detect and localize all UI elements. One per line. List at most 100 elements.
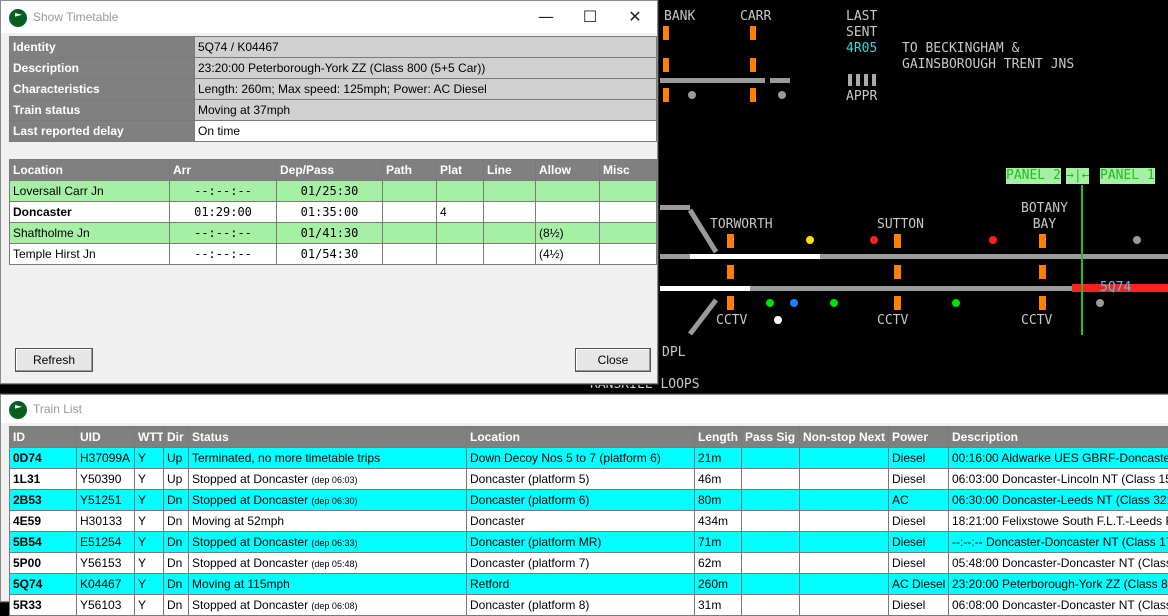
sutton-label: SUTTON xyxy=(877,217,924,233)
train-cell-nonstop xyxy=(800,595,889,616)
minimize-icon[interactable]: — xyxy=(531,7,561,27)
column-header[interactable]: Status xyxy=(189,427,467,448)
timetable-cell-path xyxy=(383,223,437,244)
column-header[interactable]: Non-stop Next xyxy=(800,427,889,448)
info-label: Train status xyxy=(10,100,195,121)
timetable-cell-line xyxy=(484,244,536,265)
train-cell-wtt: Y xyxy=(135,532,164,553)
cctv-label-3: CCTV xyxy=(1021,313,1052,329)
upper-signals xyxy=(663,26,756,102)
train-cell-id: 5P00 xyxy=(10,553,77,574)
timetable-cell-arr: --:--:-- xyxy=(170,181,277,202)
train-cell-desc: 23:20:00 Peterborough-York ZZ (Class 800… xyxy=(949,574,1168,595)
column-header[interactable]: Dep/Pass xyxy=(277,160,383,181)
train-cell-power: Diesel xyxy=(889,553,949,574)
train-row[interactable]: 2B53Y51251YDnStopped at Doncaster (dep 0… xyxy=(10,490,1168,511)
train-cell-nonstop xyxy=(800,532,889,553)
train-row[interactable]: 5P00Y56153YDnStopped at Doncaster (dep 0… xyxy=(10,553,1168,574)
column-header[interactable]: UID xyxy=(77,427,135,448)
info-row: Last reported delayOn time xyxy=(10,121,657,142)
train-row[interactable]: 5B54E51254YDnStopped at Doncaster (dep 0… xyxy=(10,532,1168,553)
timetable-row[interactable]: Doncaster01:29:0001:35:004 xyxy=(10,202,657,223)
torworth-label: TORWORTH xyxy=(710,217,773,233)
train-cell-length: 21m xyxy=(695,448,742,469)
timetable-titlebar[interactable]: Show Timetable — ☐ ✕ xyxy=(1,1,657,33)
column-header[interactable]: ID xyxy=(10,427,77,448)
column-header[interactable]: Arr xyxy=(170,160,277,181)
train-cell-power: Diesel xyxy=(889,469,949,490)
info-value: Moving at 37mph xyxy=(195,100,657,121)
train-cell-desc: 06:08:00 Doncaster-Doncaster NT (Class 1… xyxy=(949,595,1168,616)
column-header[interactable]: WTT xyxy=(135,427,164,448)
train-cell-nonstop xyxy=(800,490,889,511)
train-row[interactable]: 4E59H30133YDnMoving at 52mphDoncaster434… xyxy=(10,511,1168,532)
column-header[interactable]: Line xyxy=(484,160,536,181)
train-list-titlebar[interactable]: Train List xyxy=(1,395,1168,423)
close-icon[interactable]: ✕ xyxy=(620,7,650,27)
column-header[interactable]: Location xyxy=(467,427,695,448)
column-header[interactable]: Location xyxy=(10,160,170,181)
timetable-cell-arr: --:--:-- xyxy=(170,223,277,244)
train-cell-id: 4E59 xyxy=(10,511,77,532)
status-text: Stopped at Doncaster xyxy=(192,598,308,612)
train-cell-desc: 00:16:00 Aldwarke UES GBRF-Doncaster Dow… xyxy=(949,448,1168,469)
train-cell-dir: Dn xyxy=(164,490,189,511)
train-cell-length: 80m xyxy=(695,490,742,511)
panel-arrows: →|← xyxy=(1066,168,1089,184)
column-header[interactable]: Path xyxy=(383,160,437,181)
train-cell-power: Diesel xyxy=(889,595,949,616)
train-cell-location: Down Decoy Nos 5 to 7 (platform 6) xyxy=(467,448,695,469)
timetable-row[interactable]: Temple Hirst Jn--:--:--01/54:30(4½) xyxy=(10,244,657,265)
timetable-cell-location: Doncaster xyxy=(10,202,170,223)
train-cell-wtt: Y xyxy=(135,553,164,574)
info-row: Description23:20:00 Peterborough-York ZZ… xyxy=(10,58,657,79)
column-header[interactable]: Length xyxy=(695,427,742,448)
timetable-cell-plat xyxy=(437,223,484,244)
app-icon xyxy=(9,401,27,419)
train-cell-pass_sig xyxy=(742,490,800,511)
train-cell-length: 62m xyxy=(695,553,742,574)
train-list-table: IDUIDWTTDirStatusLocationLengthPass SigN… xyxy=(9,426,1168,616)
train-cell-uid: K04467 xyxy=(77,574,135,595)
close-button[interactable]: Close xyxy=(575,348,651,372)
timetable-cell-dep: 01:35:00 xyxy=(277,202,383,223)
timetable-cell-misc xyxy=(600,202,657,223)
info-value: Length: 260m; Max speed: 125mph; Power: … xyxy=(195,79,657,100)
train-cell-status: Moving at 115mph xyxy=(189,574,467,595)
column-header[interactable]: Pass Sig xyxy=(742,427,800,448)
column-header[interactable]: Power xyxy=(889,427,949,448)
train-cell-power: Diesel xyxy=(889,532,949,553)
timetable-row[interactable]: Loversall Carr Jn--:--:--01/25:30 xyxy=(10,181,657,202)
column-header[interactable]: Description xyxy=(949,427,1168,448)
timetable-cell-location: Shaftholme Jn xyxy=(10,223,170,244)
train-describer-5q74[interactable]: 5Q74 xyxy=(1100,280,1131,296)
status-text: Stopped at Doncaster xyxy=(192,493,308,507)
status-text: Moving at 115mph xyxy=(192,577,290,591)
to-beckingham-label: TO BECKINGHAM & GAINSBOROUGH TRENT JNS xyxy=(902,41,1074,73)
column-header[interactable]: Misc xyxy=(600,160,657,181)
train-cell-power: AC Diesel xyxy=(889,574,949,595)
train-cell-id: 5R33 xyxy=(10,595,77,616)
train-cell-uid: Y56103 xyxy=(77,595,135,616)
refresh-button[interactable]: Refresh xyxy=(15,348,93,372)
train-row[interactable]: 5Q74K04467YDnMoving at 115mphRetford260m… xyxy=(10,574,1168,595)
train-cell-nonstop xyxy=(800,469,889,490)
train-cell-dir: Up xyxy=(164,469,189,490)
train-cell-location: Doncaster (platform MR) xyxy=(467,532,695,553)
train-cell-nonstop xyxy=(800,574,889,595)
middle-signals xyxy=(727,234,1046,310)
train-row[interactable]: 5R33Y56103YDnStopped at Doncaster (dep 0… xyxy=(10,595,1168,616)
column-header[interactable]: Plat xyxy=(437,160,484,181)
train-cell-length: 31m xyxy=(695,595,742,616)
info-label: Description xyxy=(10,58,195,79)
timetable-cell-misc xyxy=(600,223,657,244)
maximize-icon[interactable]: ☐ xyxy=(575,7,605,27)
train-cell-location: Doncaster (platform 8) xyxy=(467,595,695,616)
train-row[interactable]: 1L31Y50390YUpStopped at Doncaster (dep 0… xyxy=(10,469,1168,490)
timetable-cell-location: Temple Hirst Jn xyxy=(10,244,170,265)
column-header[interactable]: Allow xyxy=(536,160,600,181)
timetable-row[interactable]: Shaftholme Jn--:--:--01/41:30(8½) xyxy=(10,223,657,244)
train-row[interactable]: 0D74H37099AYUpTerminated, no more timeta… xyxy=(10,448,1168,469)
timetable-cell-plat xyxy=(437,244,484,265)
column-header[interactable]: Dir xyxy=(164,427,189,448)
